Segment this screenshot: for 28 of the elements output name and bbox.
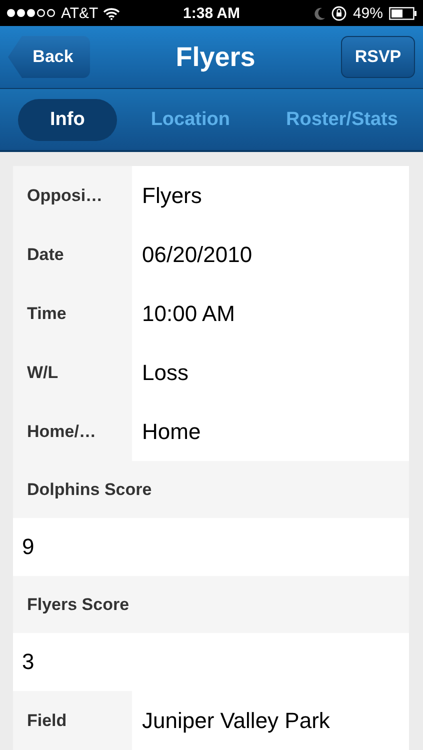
- field-value: 06/20/2010: [142, 242, 252, 268]
- battery-icon: [389, 6, 417, 20]
- field-value: Flyers: [142, 182, 202, 208]
- field-value: 10:00 AM: [142, 300, 235, 326]
- field-value: Home: [142, 418, 201, 444]
- field-label: Time: [27, 304, 66, 324]
- field-label: Date: [27, 244, 64, 264]
- field-value: Juniper Valley Park: [142, 708, 330, 734]
- battery-percent: 49%: [352, 4, 383, 22]
- screen-title: Flyers: [176, 42, 256, 72]
- rotation-lock-icon: [330, 6, 347, 20]
- field-label: W/L: [27, 362, 58, 382]
- field-value: 3: [22, 649, 34, 675]
- field-value: Loss: [142, 360, 188, 386]
- rsvp-button[interactable]: RSVP: [341, 36, 415, 78]
- field-value: 9: [22, 534, 34, 560]
- signal-icon: [6, 8, 56, 18]
- back-button[interactable]: Back: [8, 36, 90, 78]
- clock-time: 1:38 AM: [183, 4, 240, 22]
- carrier-name: AT&T: [61, 4, 98, 22]
- field-label: Opposi…: [27, 186, 103, 206]
- field-label: Home/…: [27, 422, 96, 442]
- field-label: Field: [27, 710, 67, 730]
- section-header: Dolphins Score: [13, 461, 409, 518]
- tab[interactable]: Info: [18, 98, 117, 140]
- section-header: Flyers Score: [13, 576, 409, 633]
- moon-icon: [314, 6, 325, 20]
- wifi-icon: [103, 6, 120, 20]
